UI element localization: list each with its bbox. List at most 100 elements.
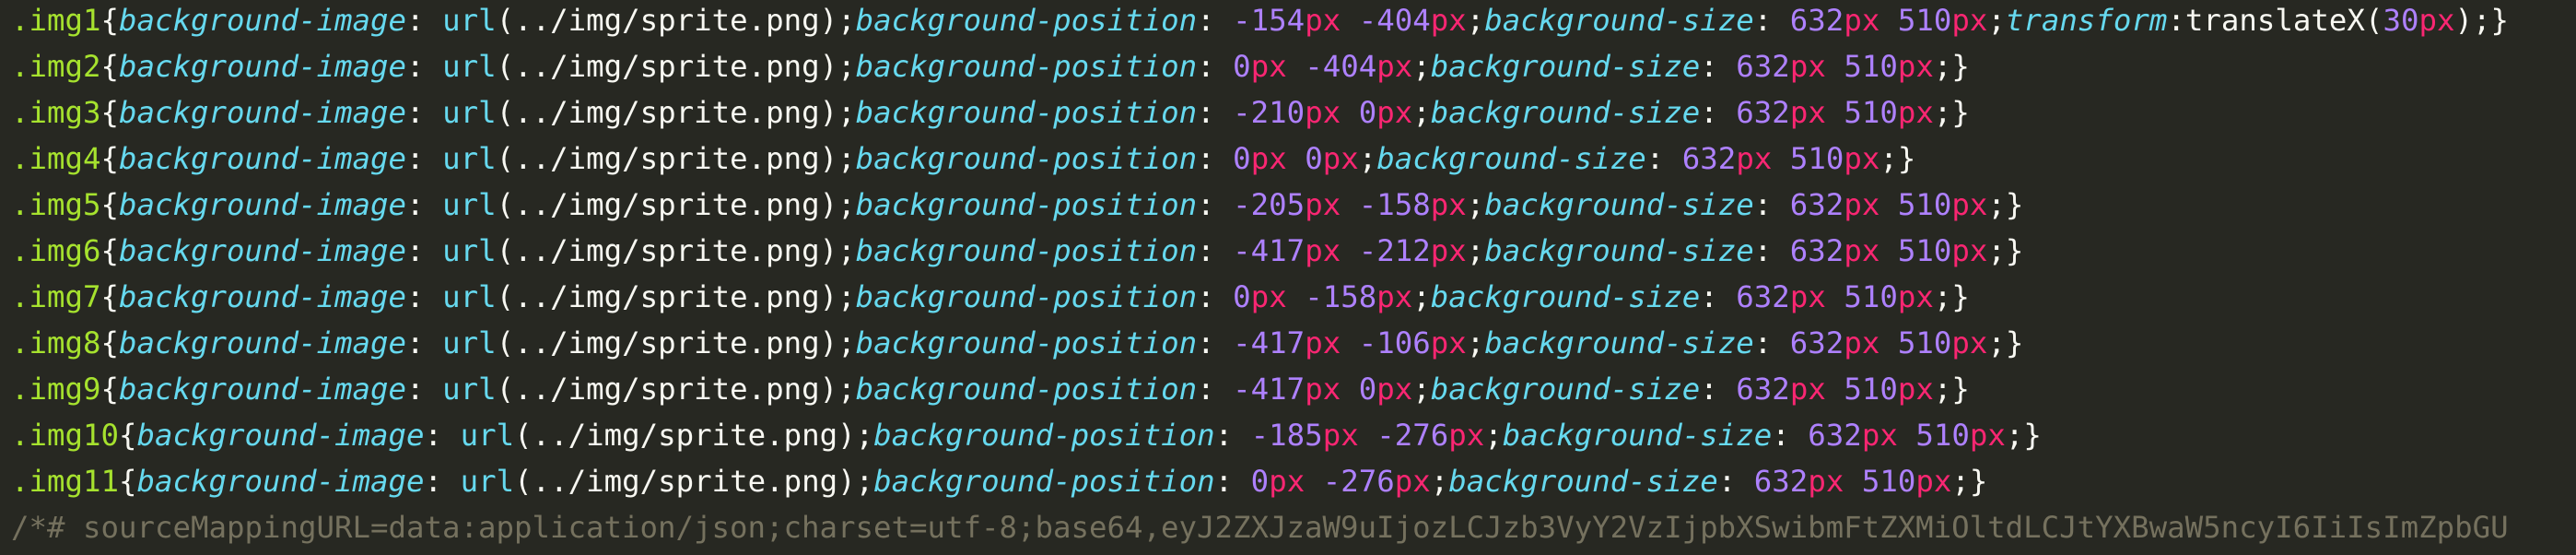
unit: px (1808, 464, 1844, 499)
code-line[interactable]: .img7{background-image: url(../img/sprit… (11, 274, 2576, 320)
colon: : (1700, 279, 1737, 314)
colon: : (1772, 418, 1809, 453)
property-name: background-position (855, 3, 1198, 38)
code-line-comment[interactable]: /*# sourceMappingURL=data:application/js… (11, 504, 2576, 550)
semicolon: ; (837, 325, 856, 360)
number-value: -154 (1233, 3, 1306, 38)
paren: ) (837, 418, 856, 453)
number-value: 0 (1233, 279, 1251, 314)
unit: px (1250, 279, 1287, 314)
url-function: url (442, 141, 497, 176)
unit: px (1915, 464, 1952, 499)
paren: ) (819, 141, 838, 176)
close-brace: } (1897, 141, 1916, 176)
colon: : (1197, 325, 1234, 360)
number-value: 632 (1681, 141, 1737, 176)
property-name: background-position (855, 187, 1198, 222)
url-function: url (460, 464, 515, 499)
semicolon: ; (2473, 3, 2491, 38)
colon: : (1753, 3, 1790, 38)
semicolon: ; (1987, 233, 2006, 268)
number-value: 632 (1753, 464, 1809, 499)
semicolon: ; (855, 464, 874, 499)
number-value: 0 (1233, 49, 1251, 84)
property-name: background-size (1448, 464, 1718, 499)
property-name: background-position (855, 141, 1198, 176)
number-value: 632 (1736, 95, 1790, 130)
url-path: ../img/sprite.png (532, 464, 838, 499)
property-name: background-position (855, 95, 1198, 130)
close-brace: } (2490, 3, 2510, 38)
unit: px (1951, 3, 1988, 38)
url-path: ../img/sprite.png (514, 325, 820, 360)
property-name: background-size (1430, 279, 1701, 314)
colon: : (1753, 187, 1790, 222)
code-line[interactable]: .img6{background-image: url(../img/sprit… (11, 228, 2576, 274)
close-brace: } (2005, 233, 2024, 268)
code-line[interactable]: .img11{background-image: url(../img/spri… (11, 458, 2576, 504)
code-editor[interactable]: .img1{background-image: url(../img/sprit… (11, 0, 2576, 555)
css-selector: .img8 (11, 325, 101, 360)
code-line[interactable]: .img10{background-image: url(../img/spri… (11, 412, 2576, 458)
colon: : (1753, 233, 1790, 268)
open-brace: { (100, 141, 120, 176)
property-name: background-image (119, 372, 407, 407)
number-value: 510 (1844, 49, 1898, 84)
number-value: 510 (1915, 418, 1970, 453)
semicolon: ; (837, 187, 856, 222)
property-name: background-size (1484, 325, 1754, 360)
code-line[interactable]: .img9{background-image: url(../img/sprit… (11, 366, 2576, 412)
colon: : (1645, 141, 1682, 176)
semicolon: ; (1987, 325, 2006, 360)
unit: px (1305, 325, 1341, 360)
unit: px (1844, 233, 1880, 268)
unit: px (1376, 372, 1413, 407)
property-name: background-size (1430, 95, 1701, 130)
close-brace: } (1951, 95, 1970, 130)
code-line[interactable]: .img3{background-image: url(../img/sprit… (11, 89, 2576, 136)
number-value: 632 (1736, 49, 1790, 84)
url-path: ../img/sprite.png (532, 418, 838, 453)
property-name: background-image (136, 418, 425, 453)
unit: px (1789, 49, 1826, 84)
code-line[interactable]: .img8{background-image: url(../img/sprit… (11, 320, 2576, 366)
unit: px (1951, 233, 1988, 268)
semicolon: ; (837, 3, 856, 38)
paren: ) (819, 95, 838, 130)
number-value: -158 (1305, 279, 1377, 314)
colon: : (1214, 464, 1251, 499)
number-value: 632 (1789, 325, 1844, 360)
number-value: -417 (1233, 372, 1306, 407)
property-name: background-position (855, 233, 1198, 268)
unit: px (1430, 325, 1467, 360)
property-name: background-position (855, 325, 1198, 360)
property-name: background-image (119, 233, 407, 268)
paren: ) (819, 325, 838, 360)
code-line[interactable]: .img1{background-image: url(../img/sprit… (11, 0, 2576, 43)
css-selector: .img3 (11, 95, 101, 130)
property-name: transform (2005, 3, 2168, 38)
close-brace: } (2005, 187, 2024, 222)
unit: px (1305, 187, 1341, 222)
colon: : (424, 418, 461, 453)
url-function: url (442, 187, 497, 222)
colon: : (1197, 95, 1234, 130)
code-line[interactable]: .img2{background-image: url(../img/sprit… (11, 43, 2576, 89)
number-value: -210 (1233, 95, 1306, 130)
url-function: url (442, 372, 497, 407)
semicolon: ; (1484, 418, 1503, 453)
code-line[interactable]: .img5{background-image: url(../img/sprit… (11, 182, 2576, 228)
property-name: background-size (1430, 372, 1701, 407)
semicolon: ; (1466, 233, 1485, 268)
unit: px (1376, 95, 1413, 130)
semicolon: ; (1412, 49, 1431, 84)
code-line[interactable]: .img4{background-image: url(../img/sprit… (11, 136, 2576, 182)
